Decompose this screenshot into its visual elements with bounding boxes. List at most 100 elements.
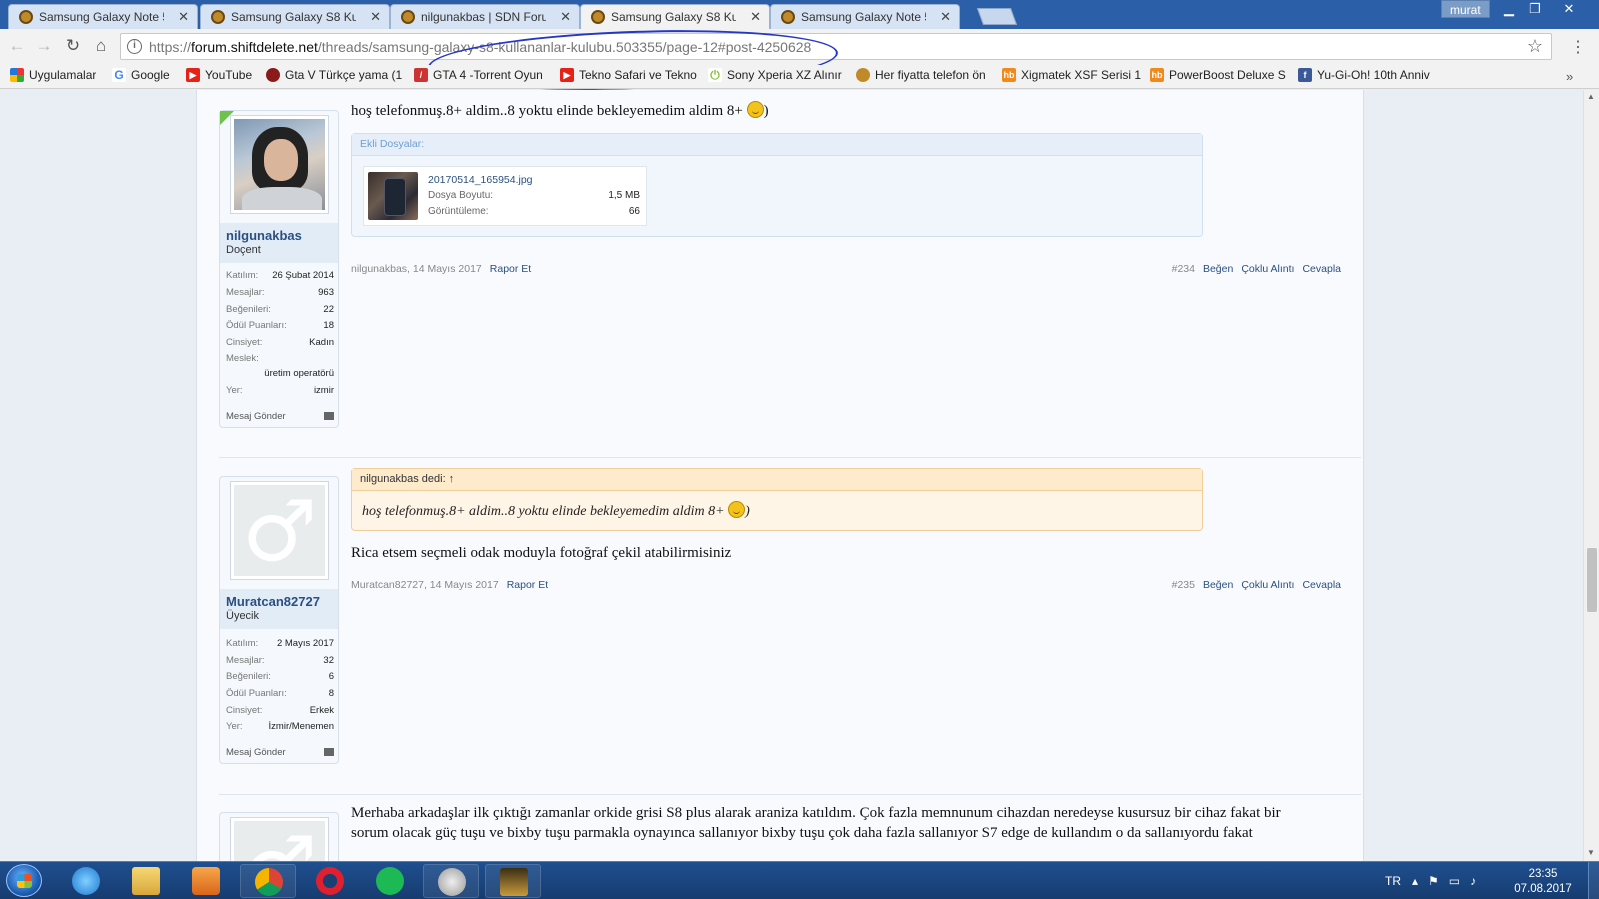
attachment-thumbnail[interactable] — [368, 172, 418, 220]
avatar[interactable] — [230, 115, 329, 214]
browser-toolbar: ← → ↻ ⌂ i https://forum.shiftdelete.net/… — [0, 23, 1599, 97]
user-rank: Doçent — [226, 244, 261, 256]
site-info-icon[interactable]: i — [127, 39, 142, 54]
bookmark-item[interactable]: ⏻ Sony Xperia XZ Alınır — [708, 68, 842, 83]
avatar[interactable]: ♂ — [230, 817, 329, 861]
post-number[interactable]: #235 — [1172, 579, 1195, 591]
send-message-link[interactable]: Mesaj Gönder — [226, 411, 334, 422]
post-message: Rica etsem seçmeli odak moduyla fotoğraf… — [351, 545, 732, 561]
username-link[interactable]: Muratcan82727 — [226, 594, 320, 609]
quote-author[interactable]: nilgunakbas dedi: ↑ — [352, 469, 1202, 491]
reply-link[interactable]: Cevapla — [1302, 579, 1341, 591]
attachment-filename[interactable]: 20170514_165954.jpg — [428, 174, 533, 186]
action-center-flag-icon[interactable]: ⚑ — [1428, 874, 1449, 888]
username-link[interactable]: nilgunakbas — [226, 228, 302, 243]
bookmark-item[interactable]: Gta V Türkçe yama (1 — [266, 68, 402, 83]
restore-icon[interactable]: ❐ — [1522, 0, 1548, 18]
taskbar-spotify[interactable] — [362, 864, 418, 898]
window-close-icon[interactable]: ✕ — [1556, 0, 1582, 18]
taskbar-league-of-legends[interactable] — [485, 864, 541, 898]
multi-quote-link[interactable]: Çoklu Alıntı — [1241, 579, 1294, 591]
user-stat: Mesajlar: 32 — [226, 655, 334, 666]
back-arrow-icon[interactable]: ← — [6, 35, 28, 57]
bookmark-item[interactable]: ▶ YouTube — [186, 68, 252, 83]
bookmark-star-icon[interactable]: ☆ — [1527, 36, 1543, 57]
page-scrollbar[interactable]: ▲ ▼ — [1583, 90, 1599, 861]
scroll-down-arrow-icon[interactable]: ▼ — [1587, 848, 1595, 857]
reply-link[interactable]: Cevapla — [1302, 263, 1341, 275]
system-tray-icons[interactable]: ▴⚑▭♪ — [1412, 874, 1486, 888]
post-divider — [219, 457, 1361, 458]
user-stat: Yer: İzmir/Menemen — [226, 721, 334, 732]
browser-tab[interactable]: Samsung Galaxy S8 Kulla ✕ — [200, 4, 390, 29]
send-message-link[interactable]: Mesaj Gönder — [226, 747, 334, 758]
bookmark-item[interactable]: hb PowerBoost Deluxe S — [1150, 68, 1286, 83]
avatar[interactable]: ♂ — [230, 481, 329, 580]
internet-explorer-icon — [72, 867, 100, 895]
bookmark-item[interactable]: Uygulamalar — [10, 68, 96, 83]
close-icon[interactable]: ✕ — [370, 9, 381, 25]
user-stat: Ödül Puanları: 18 — [226, 320, 334, 331]
taskbar-chrome[interactable] — [240, 864, 296, 898]
scrollbar-thumb[interactable] — [1587, 548, 1597, 612]
bookmark-item[interactable]: hb Xigmatek XSF Serisi 1 — [1002, 68, 1141, 83]
scroll-up-arrow-icon[interactable]: ▲ — [1587, 92, 1595, 101]
bookmark-item[interactable]: ▶ Tekno Safari ve Tekno — [560, 68, 697, 83]
taskbar-audio-app[interactable] — [423, 864, 479, 898]
post-message-line: Merhaba arkadaşlar ilk çıktığı zamanlar … — [351, 805, 1281, 821]
media-player-icon — [192, 867, 220, 895]
user-stat: Yer: izmir — [226, 385, 334, 396]
volume-icon[interactable]: ♪ — [1470, 874, 1486, 888]
browser-tab[interactable]: Samsung Galaxy Note 5 ✕ — [770, 4, 960, 29]
close-icon[interactable]: ✕ — [750, 9, 761, 25]
user-info-panel: nilgunakbas Doçent Katılım: 26 Şubat 2014… — [219, 110, 339, 428]
taskbar-internet-explorer[interactable] — [58, 864, 114, 898]
report-link[interactable]: Rapor Et — [507, 579, 548, 591]
smiley-icon — [728, 501, 746, 518]
multi-quote-link[interactable]: Çoklu Alıntı — [1241, 263, 1294, 275]
browser-tab[interactable]: Samsung Galaxy Note 5 ✕ — [8, 4, 198, 29]
attachment-card[interactable]: 20170514_165954.jpg Dosya Boyutu: 1,5 MB … — [363, 166, 647, 226]
bookmark-item[interactable]: f Yu-Gi-Oh! 10th Anniv — [1298, 68, 1430, 83]
show-desktop-button[interactable] — [1588, 862, 1599, 899]
sdn-favicon-icon — [591, 10, 605, 24]
close-icon[interactable]: ✕ — [560, 9, 571, 25]
url-text[interactable]: https://forum.shiftdelete.net/threads/sa… — [149, 39, 811, 55]
post-author-date[interactable]: Muratcan82727, 14 Mayıs 2017 — [351, 579, 499, 591]
apps-grid-icon — [10, 68, 24, 82]
post-number[interactable]: #234 — [1172, 263, 1195, 275]
taskbar-file-explorer[interactable] — [118, 864, 174, 898]
address-bar[interactable]: i https://forum.shiftdelete.net/threads/… — [120, 33, 1552, 60]
system-clock[interactable]: 23:35 07.08.2017 — [1508, 867, 1578, 897]
taskbar-media-player[interactable] — [178, 864, 234, 898]
hb-icon: hb — [1002, 68, 1016, 82]
bookmark-item[interactable]: Her fiyatta telefon ön — [856, 68, 986, 83]
bookmark-item[interactable]: G Google — [112, 68, 170, 83]
language-indicator[interactable]: TR — [1385, 874, 1401, 888]
profile-name-button[interactable]: murat — [1441, 0, 1490, 18]
browser-tab-active[interactable]: Samsung Galaxy S8 Kulla ✕ — [580, 4, 770, 29]
close-icon[interactable]: ✕ — [178, 9, 189, 25]
browser-tab[interactable]: nilgunakbas | SDN Forum ✕ — [390, 4, 580, 29]
minimize-icon[interactable]: ▁ — [1496, 0, 1522, 18]
chrome-menu-icon[interactable]: ⋮ — [1570, 37, 1586, 57]
taskbar-opera[interactable] — [302, 864, 358, 898]
user-rank: Üyecik — [226, 610, 260, 622]
like-link[interactable]: Beğen — [1203, 579, 1233, 591]
network-icon[interactable]: ▭ — [1449, 874, 1470, 888]
league-of-legends-icon — [500, 868, 528, 896]
like-link[interactable]: Beğen — [1203, 263, 1233, 275]
start-button[interactable] — [6, 864, 42, 897]
home-icon[interactable]: ⌂ — [90, 35, 112, 57]
google-icon: G — [112, 68, 126, 82]
post-author-date[interactable]: nilgunakbas, 14 Mayıs 2017 — [351, 263, 482, 275]
tray-expand-icon[interactable]: ▴ — [1412, 874, 1428, 888]
forward-arrow-icon[interactable]: → — [33, 35, 55, 57]
reload-icon[interactable]: ↻ — [62, 35, 84, 57]
report-link[interactable]: Rapor Et — [490, 263, 531, 275]
new-tab-button[interactable] — [976, 8, 1018, 25]
close-icon[interactable]: ✕ — [940, 9, 951, 25]
bookmark-item[interactable]: / GTA 4 -Torrent Oyun — [414, 68, 543, 83]
tab-title: nilgunakbas | SDN Forum — [421, 10, 546, 24]
more-bookmarks-icon[interactable]: » — [1566, 69, 1573, 84]
